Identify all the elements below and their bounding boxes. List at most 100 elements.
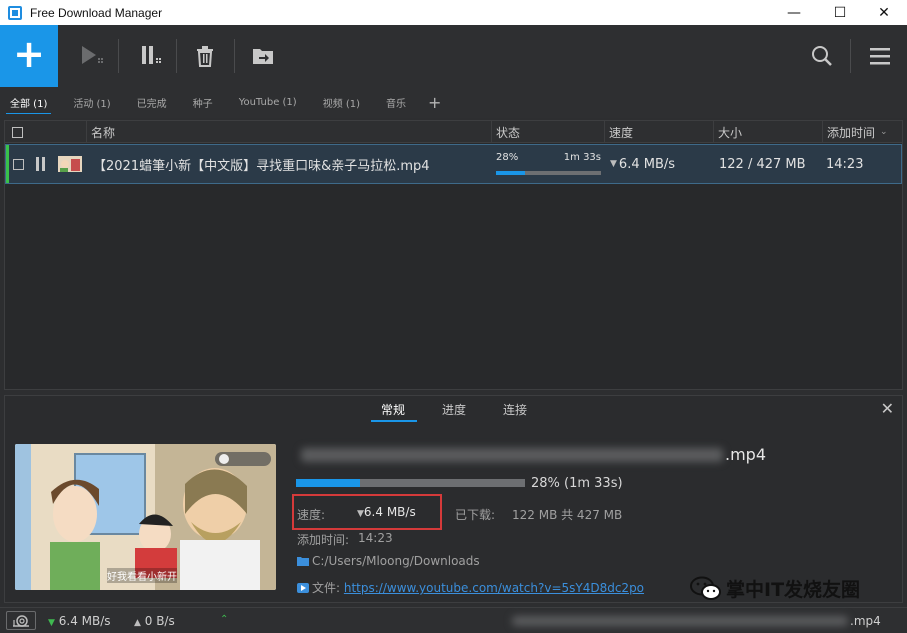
- tab-connections[interactable]: 连接: [503, 401, 527, 418]
- plus-icon: +: [13, 32, 45, 76]
- tab-youtube[interactable]: YouTube (1): [235, 94, 301, 111]
- status-cell: 28% 1m 33s: [496, 145, 601, 183]
- column-added-label: 添加时间: [827, 125, 876, 140]
- file-name: 【2021蜡筆小新【中文版】寻找重口味&亲子马拉松.mp4: [93, 158, 430, 174]
- column-speed[interactable]: 速度: [604, 121, 713, 143]
- add-download-button[interactable]: +: [0, 25, 58, 87]
- tab-all[interactable]: 全部 (1): [6, 92, 52, 114]
- added-label: 添加时间:: [297, 533, 350, 547]
- watermark: 掌中IT发烧友圈: [690, 575, 860, 602]
- app-logo-icon: [8, 5, 22, 20]
- downloaded-label: 已下载:: [455, 508, 496, 522]
- status-file-extension: .mp4: [850, 614, 881, 628]
- column-added[interactable]: 添加时间 ⌄: [822, 121, 902, 143]
- up-speed-value: 0 B/s: [144, 614, 175, 628]
- active-indicator: [6, 145, 9, 183]
- category-tabs: 全部 (1) 活动 (1) 已完成 种子 YouTube (1) 视频 (1) …: [0, 87, 907, 118]
- table-header: 名称 状态 速度 大小 添加时间 ⌄: [5, 121, 902, 143]
- details-panel: 常规 进度 连接 ✕ 好我看看小新开 .mp4 28% (1m 33s) 速度:…: [4, 395, 903, 603]
- search-button[interactable]: [808, 25, 836, 87]
- delete-button[interactable]: [190, 25, 220, 87]
- folder-path[interactable]: C:/Users/Mloong/Downloads: [312, 554, 480, 568]
- pause-button[interactable]: [134, 25, 170, 87]
- download-arrow-icon: ▼: [610, 159, 617, 169]
- row-checkbox-cell[interactable]: [13, 145, 24, 183]
- app-window: Free Download Manager — ☐ ✕ + 全部 (1) 活动 …: [0, 0, 907, 633]
- column-size[interactable]: 大小: [713, 121, 822, 143]
- close-details-button[interactable]: ✕: [881, 399, 894, 418]
- folder-icon: [297, 557, 309, 566]
- speed-mode-button[interactable]: [6, 611, 36, 630]
- title-bar: Free Download Manager — ☐ ✕: [0, 0, 907, 25]
- file-row: 文件: https://www.youtube.com/watch?v=5sY4…: [297, 579, 644, 596]
- menu-button[interactable]: [866, 25, 894, 87]
- hamburger-icon: [870, 48, 890, 65]
- downloads-table: 名称 状态 速度 大小 添加时间 ⌄ 【2021蜡筆小新【中文版】寻找重口味&亲…: [4, 120, 903, 390]
- toolbar-divider: [118, 39, 119, 73]
- tab-completed[interactable]: 已完成: [133, 92, 171, 113]
- progress-text: 28% (1m 33s): [531, 476, 623, 491]
- total-up-speed: ▲ 0 B/s: [134, 614, 175, 628]
- detail-progress-fill: [296, 479, 361, 487]
- row-pause-button[interactable]: [35, 145, 47, 183]
- toolbar: +: [0, 25, 907, 87]
- added-cell: 14:23: [826, 156, 864, 172]
- tab-video[interactable]: 视频 (1): [319, 92, 364, 113]
- toolbar-divider: [176, 39, 177, 73]
- trash-icon: [197, 46, 213, 67]
- sort-chevron-icon: ⌄: [880, 127, 888, 137]
- window-title: Free Download Manager: [30, 5, 163, 20]
- status-percent: 28%: [496, 152, 519, 163]
- tab-torrents[interactable]: 种子: [189, 92, 217, 113]
- video-thumbnail: 好我看看小新开: [15, 444, 276, 590]
- file-url-link[interactable]: https://www.youtube.com/watch?v=5sY4D8dc…: [344, 581, 644, 595]
- pause-icon: [142, 46, 161, 64]
- toolbar-divider: [850, 39, 851, 73]
- youtube-icon: [297, 583, 309, 593]
- resume-button[interactable]: [74, 25, 110, 87]
- select-all-checkbox-cell[interactable]: [5, 121, 86, 143]
- chevron-up-icon[interactable]: ⌃: [220, 614, 228, 625]
- status-eta: 1m 33s: [563, 152, 601, 163]
- tab-active-underline: [371, 420, 417, 422]
- row-progress-fill: [496, 171, 526, 175]
- folder-row[interactable]: C:/Users/Mloong/Downloads: [297, 554, 480, 568]
- maximize-button[interactable]: ☐: [817, 0, 863, 25]
- downloaded-value: 122 MB 共 427 MB: [512, 508, 623, 522]
- tab-music[interactable]: 音乐: [382, 92, 410, 113]
- close-window-button[interactable]: ✕: [861, 0, 907, 25]
- status-bar: ▼ 6.4 MB/s ▲ 0 B/s ⌃ .mp4: [0, 607, 907, 633]
- folder-move-icon: [253, 49, 273, 64]
- file-label: 文件:: [312, 581, 341, 595]
- pause-icon: [36, 157, 45, 171]
- column-name[interactable]: 名称: [86, 121, 491, 143]
- tab-progress[interactable]: 进度: [442, 401, 466, 418]
- detail-progress-bar: [296, 479, 525, 487]
- detail-speed-value: 6.4 MB/s: [363, 505, 416, 519]
- file-thumbnail-icon: [58, 145, 82, 183]
- wechat-icon: [690, 576, 721, 600]
- down-speed-value: 6.4 MB/s: [58, 614, 111, 628]
- move-to-folder-button[interactable]: [248, 25, 278, 87]
- row-speed: 6.4 MB/s: [618, 156, 676, 172]
- watermark-text: 掌中IT发烧友圈: [726, 579, 861, 601]
- add-tab-button[interactable]: +: [428, 93, 441, 112]
- download-arrow-icon: ▼: [357, 509, 364, 519]
- table-row[interactable]: 【2021蜡筆小新【中文版】寻找重口味&亲子马拉松.mp4 28% 1m 33s…: [5, 144, 902, 184]
- blurred-status-text: [512, 616, 848, 626]
- blurred-file-name: [301, 448, 723, 462]
- detail-speed: ▼6.4 MB/s: [357, 505, 416, 519]
- minimize-button[interactable]: —: [771, 0, 817, 25]
- up-arrow-icon: ▲: [134, 618, 141, 628]
- down-arrow-icon: ▼: [48, 618, 55, 628]
- search-icon: [812, 46, 832, 66]
- toolbar-divider: [234, 39, 235, 73]
- play-icon: [82, 46, 103, 64]
- select-all-checkbox[interactable]: [12, 126, 23, 138]
- snail-icon: [13, 614, 29, 627]
- tab-general[interactable]: 常规: [381, 401, 405, 418]
- column-status[interactable]: 状态: [491, 121, 604, 143]
- row-checkbox[interactable]: [13, 158, 24, 170]
- speed-label: 速度:: [297, 508, 326, 522]
- tab-active[interactable]: 活动 (1): [69, 92, 114, 113]
